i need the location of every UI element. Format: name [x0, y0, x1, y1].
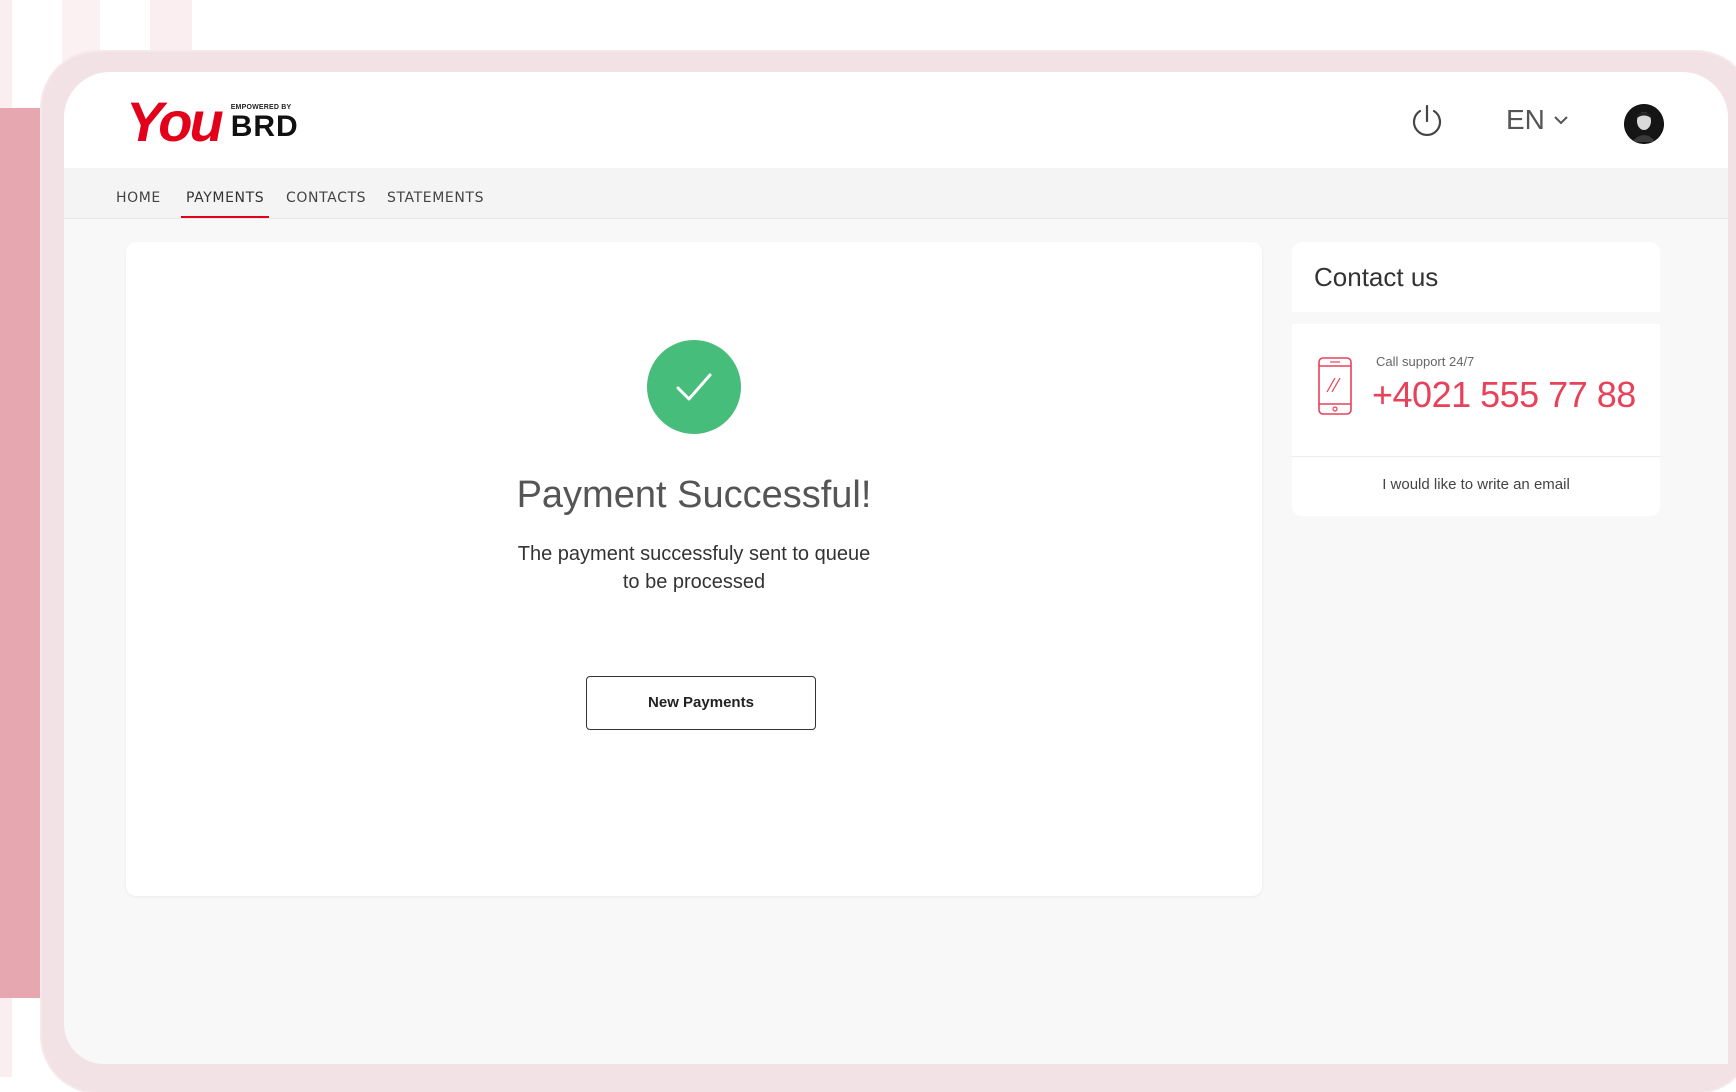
user-photo-icon [1624, 104, 1664, 144]
success-message-line: to be processed [622, 571, 766, 593]
mobile-phone-icon [1318, 357, 1352, 415]
brand-logo[interactable]: You EMPOWERED BY BRD [126, 94, 299, 150]
nav-item-payments[interactable]: PAYMENTS [181, 190, 270, 218]
nav-item-home[interactable]: HOME [116, 190, 161, 216]
logo-you-text: You [126, 90, 224, 153]
logo-brd-text: BRD [230, 110, 299, 143]
success-message: The payment successfuly sent to queue to… [494, 540, 894, 596]
power-icon[interactable] [1408, 102, 1446, 140]
divider [1292, 456, 1660, 457]
checkmark-icon [676, 373, 712, 401]
contact-card: Call support 24/7 +4021 555 77 88 I woul… [1292, 324, 1660, 516]
contact-title: Contact us [1314, 262, 1439, 292]
avatar[interactable] [1624, 104, 1664, 144]
app-screen: You EMPOWERED BY BRD EN HOME PAYMENTS CO… [64, 72, 1728, 1064]
support-phone-number[interactable]: +4021 555 77 88 [1372, 374, 1636, 416]
language-label: EN [1506, 104, 1545, 135]
success-message-line: The payment successfuly sent to queue [517, 543, 871, 565]
new-payments-button[interactable]: New Payments [586, 676, 816, 730]
support-label: Call support 24/7 [1376, 354, 1475, 369]
nav-item-contacts[interactable]: CONTACTS [286, 190, 366, 216]
success-check-icon [647, 340, 741, 434]
top-header: You EMPOWERED BY BRD EN [64, 72, 1728, 168]
main-navigation: HOME PAYMENTS CONTACTS STATEMENTS [64, 168, 1728, 219]
contact-card-header: Contact us [1292, 242, 1660, 312]
write-email-link[interactable]: I would like to write an email [1292, 476, 1660, 493]
payment-result-card: Payment Successful! The payment successf… [126, 242, 1262, 896]
chevron-down-icon [1554, 116, 1568, 125]
nav-item-statements[interactable]: STATEMENTS [387, 190, 484, 216]
language-selector[interactable]: EN [1506, 104, 1569, 136]
success-title: Payment Successful! [516, 474, 872, 516]
